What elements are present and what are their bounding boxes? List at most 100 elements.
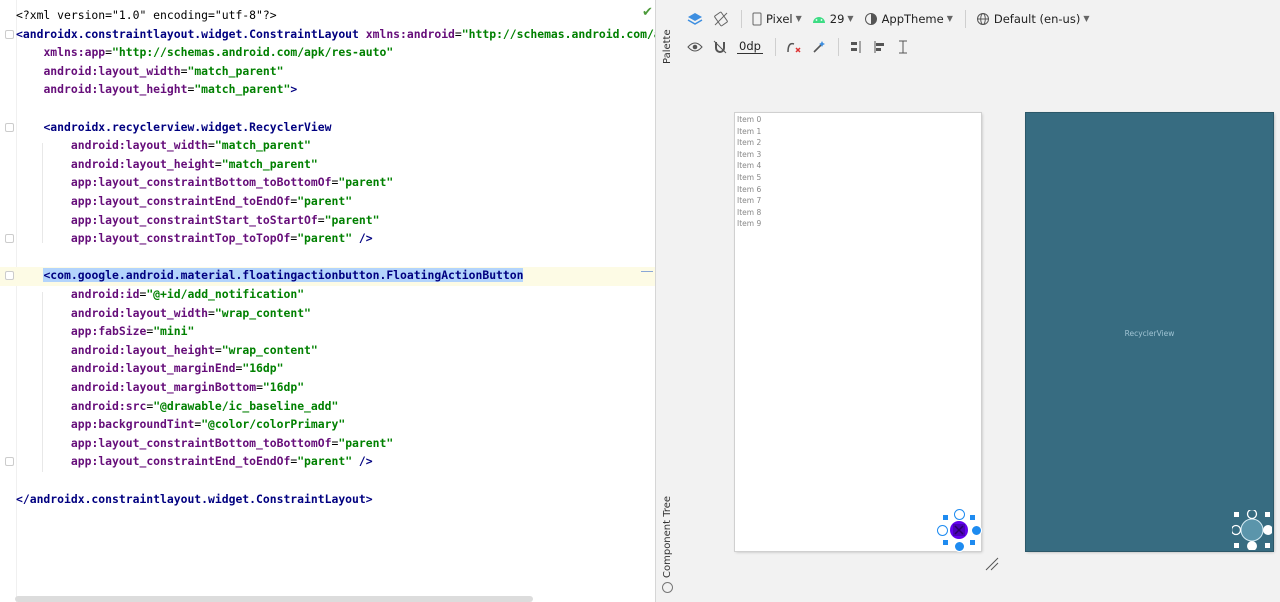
code-line[interactable]: android:layout_height="match_parent"> xyxy=(16,80,297,99)
code-token: app: xyxy=(70,454,99,469)
locale-selector[interactable]: Default (en-us) ▼ xyxy=(972,8,1094,30)
code-token: "parent" xyxy=(297,454,353,469)
code-token: layout_constraintEnd_toEndOf xyxy=(98,194,291,208)
code-line[interactable]: </androidx.constraintlayout.widget.Const… xyxy=(16,490,373,509)
code-line[interactable]: android:layout_height="wrap_content" xyxy=(16,341,318,360)
code-line[interactable]: xmlns:app="http://schemas.android.com/ap… xyxy=(16,43,393,62)
code-token: "parent" xyxy=(338,435,394,450)
blueprint-view[interactable]: RecyclerView xyxy=(1026,113,1273,551)
pack-button[interactable] xyxy=(845,36,867,58)
api-level-selector[interactable]: 29 ▼ xyxy=(808,8,858,30)
list-item: Item 7 xyxy=(737,196,762,206)
constraint-handle-top[interactable] xyxy=(954,509,965,520)
code-line[interactable]: <androidx.constraintlayout.widget.Constr… xyxy=(16,25,655,44)
list-item: Item 6 xyxy=(737,184,762,194)
orientation-button[interactable] xyxy=(709,8,733,30)
no-errors-check-icon[interactable]: ✔ xyxy=(642,5,653,20)
chevron-down-icon: ▼ xyxy=(847,14,854,23)
code-line[interactable]: app:layout_constraintEnd_toEndOf="parent… xyxy=(16,452,373,471)
code-line[interactable]: app:backgroundTint="@color/colorPrimary" xyxy=(16,415,345,434)
code-line[interactable]: app:layout_constraintBottom_toBottomOf="… xyxy=(16,173,393,192)
constraint-handle-end[interactable] xyxy=(971,525,982,536)
device-selector[interactable]: Pixel ▼ xyxy=(748,8,806,30)
fab-blueprint-selection[interactable] xyxy=(1232,510,1272,550)
code-line[interactable]: <com.google.android.material.floatingact… xyxy=(16,266,524,285)
code-token: <androidx.recyclerview.widget.RecyclerVi… xyxy=(43,119,332,134)
constraint-handle-start[interactable] xyxy=(937,525,948,536)
code-line[interactable]: android:layout_width="wrap_content" xyxy=(16,304,311,323)
default-margin-button[interactable]: 0dp xyxy=(733,36,767,58)
code-line[interactable]: app:layout_constraintBottom_toBottomOf="… xyxy=(16,434,393,453)
component-tree-icon[interactable] xyxy=(662,582,673,593)
code-token: android: xyxy=(70,287,126,301)
code-line[interactable]: android:layout_marginEnd="16dp" xyxy=(16,359,284,378)
infer-constraints-button[interactable] xyxy=(808,36,830,58)
view-options-button[interactable] xyxy=(683,36,707,58)
theme-selector[interactable]: AppTheme ▼ xyxy=(860,8,957,30)
code-token: app: xyxy=(70,194,99,208)
list-item: Item 4 xyxy=(737,161,762,171)
fold-marker-icon[interactable] xyxy=(5,29,14,39)
horizontal-scrollbar[interactable] xyxy=(15,596,533,602)
code-line[interactable]: <?xml version="1.0" encoding="utf-8"?> xyxy=(16,6,277,25)
api-level-label: 29 xyxy=(829,11,845,26)
fold-marker-icon[interactable] xyxy=(5,122,14,132)
code-line[interactable]: android:layout_width="match_parent" xyxy=(16,136,311,155)
code-line[interactable]: app:layout_constraintTop_toTopOf="parent… xyxy=(16,229,373,248)
code-line[interactable]: app:layout_constraintEnd_toEndOf="parent… xyxy=(16,192,352,211)
autoconnect-button[interactable] xyxy=(709,36,731,58)
code-line[interactable]: android:src="@drawable/ic_baseline_add" xyxy=(16,397,338,416)
guidelines-button[interactable] xyxy=(893,36,913,58)
code-token: layout_constraintStart_toStartOf xyxy=(98,212,318,227)
code-token: layout_marginEnd xyxy=(125,361,236,376)
indent-guide xyxy=(42,292,43,472)
code-line[interactable]: <androidx.recyclerview.widget.RecyclerVi… xyxy=(16,118,331,137)
palette-tab[interactable]: Palette xyxy=(662,29,673,64)
code-token: "parent" xyxy=(324,212,380,227)
design-mode-button[interactable] xyxy=(683,8,707,30)
fab-blueprint-icon xyxy=(1232,510,1272,550)
resize-handle-icon[interactable] xyxy=(984,556,1000,572)
xml-code-editor[interactable]: <?xml version="1.0" encoding="utf-8"?> <a… xyxy=(0,0,655,602)
toolbar-separator xyxy=(964,9,966,28)
code-line[interactable]: android:layout_width="match_parent" xyxy=(16,62,283,81)
code-token: <androidx.constraintlayout.widget.Constr… xyxy=(16,26,366,41)
code-token: = xyxy=(105,45,113,60)
layers-icon xyxy=(687,12,703,25)
constraint-handle-bottom[interactable] xyxy=(954,541,965,552)
theme-label: AppTheme xyxy=(881,11,944,26)
code-token: layout_height xyxy=(125,342,215,357)
code-token: app: xyxy=(70,175,99,190)
code-token: layout_constraintEnd_toEndOf xyxy=(98,454,291,469)
code-token: android: xyxy=(70,138,126,153)
fab-selection[interactable] xyxy=(937,509,982,552)
code-line[interactable]: android:layout_height="match_parent" xyxy=(16,155,318,174)
fold-marker-icon[interactable] xyxy=(5,271,14,281)
fold-marker-icon[interactable] xyxy=(5,457,14,467)
list-item: Item 1 xyxy=(737,126,762,136)
magic-wand-icon xyxy=(813,40,825,53)
clear-constraints-button[interactable] xyxy=(782,36,806,58)
code-token: "parent" xyxy=(297,194,353,208)
component-tree-tab[interactable]: Component Tree xyxy=(662,496,673,578)
code-token: android xyxy=(406,26,455,41)
code-line[interactable]: android:id="@+id/add_notification" xyxy=(16,285,304,304)
code-token: android: xyxy=(43,63,99,78)
code-token: = xyxy=(208,305,215,320)
code-token: "match_parent" xyxy=(214,138,311,153)
fold-marker-icon[interactable] xyxy=(5,234,14,244)
rotate-screen-icon xyxy=(714,11,728,26)
toolbar-separator xyxy=(774,37,776,56)
design-preview-screen[interactable]: Item 0 Item 1 Item 2 Item 3 Item 4 Item 5 Item… xyxy=(735,113,982,552)
code-line[interactable]: app:layout_constraintStart_toStartOf="pa… xyxy=(16,211,380,230)
code-line[interactable]: android:layout_marginBottom="16dp" xyxy=(16,378,304,397)
code-token: = xyxy=(208,138,215,153)
align-button[interactable] xyxy=(869,36,891,58)
code-token: src xyxy=(125,398,147,413)
